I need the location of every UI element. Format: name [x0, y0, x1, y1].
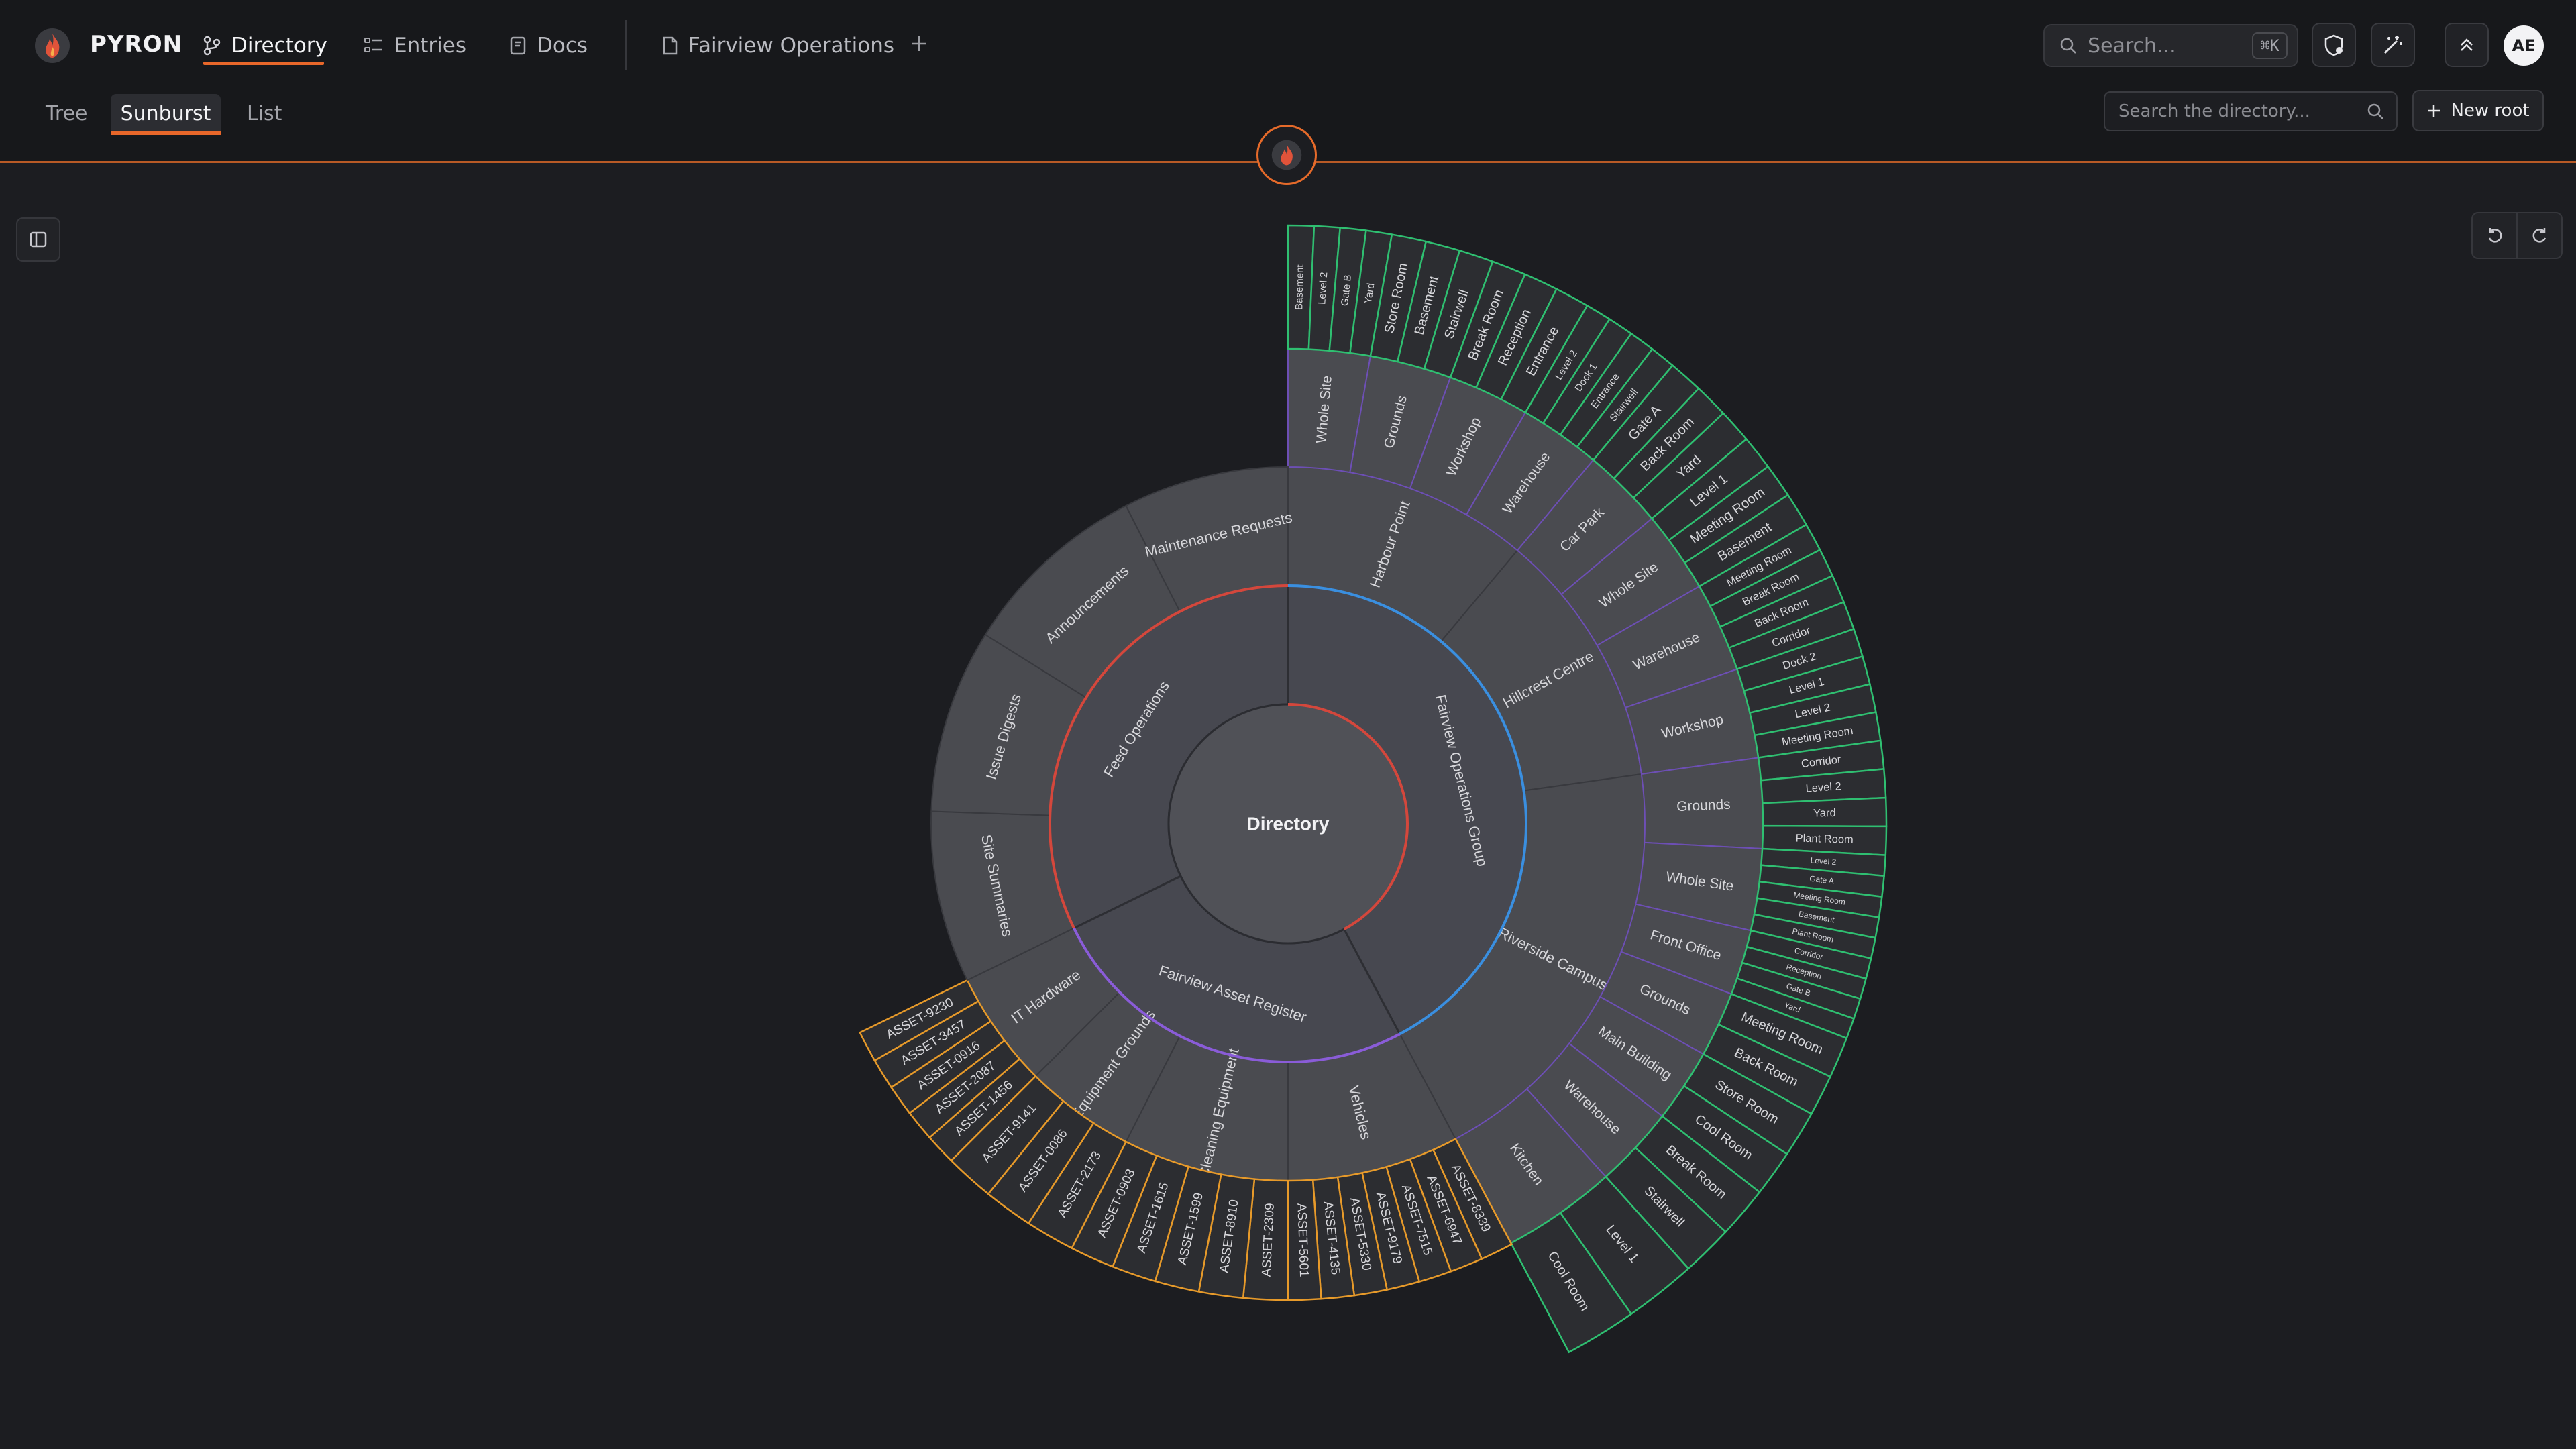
collapse-button[interactable]	[2445, 23, 2489, 67]
rotate-right-button[interactable]	[2516, 213, 2561, 258]
view-tab-tree[interactable]: Tree	[32, 94, 101, 133]
tab-label: Fairview Operations	[688, 34, 895, 58]
rotate-left-button[interactable]	[2473, 213, 2516, 258]
search-placeholder: Search...	[2088, 34, 2176, 58]
app-name: PYRON	[90, 31, 183, 58]
sunburst-leaf-label: Yard	[1813, 807, 1836, 820]
view-tab-list[interactable]: List	[233, 94, 295, 133]
sidebar-toggle-button[interactable]	[16, 217, 60, 262]
active-nav-indicator	[203, 62, 324, 65]
shield-icon	[2324, 34, 2343, 56]
nav-entries[interactable]: Entries	[364, 30, 466, 62]
nav-label: Directory	[231, 34, 327, 58]
sunburst-leaf-label: Plant Room	[1795, 832, 1854, 845]
directory-search-input[interactable]: Search the directory...	[2104, 91, 2398, 131]
global-search[interactable]: Search... ⌘K	[2043, 24, 2298, 67]
chevrons-up-icon	[2461, 38, 2473, 51]
nav-directory[interactable]: Directory	[203, 30, 327, 62]
nav-label: Docs	[537, 34, 588, 58]
sunburst-root-label: Directory	[1247, 814, 1330, 835]
nav-docs[interactable]: Docs	[510, 30, 588, 62]
rotate-controls	[2471, 212, 2563, 259]
pyron-logo-icon	[35, 28, 70, 63]
nav-label: Entries	[394, 34, 466, 58]
sunburst-leaf-label: Level 2	[1316, 272, 1330, 305]
plus-icon	[2428, 105, 2440, 117]
rotate-ccw-icon	[2488, 228, 2502, 243]
new-root-label: New root	[2451, 101, 2530, 121]
shield-button[interactable]	[2312, 23, 2356, 67]
pyron-logo-icon	[1271, 140, 1302, 170]
branch-icon	[203, 36, 221, 56]
search-icon	[2367, 103, 2383, 119]
tab-fairview-operations[interactable]: Fairview Operations	[663, 30, 894, 62]
active-view-indicator	[111, 131, 221, 135]
magic-wand-button[interactable]	[2371, 23, 2415, 67]
rotate-cw-icon	[2532, 228, 2546, 243]
list-icon	[364, 38, 382, 52]
sunburst-leaf-label: ASSET-5601	[1294, 1203, 1311, 1277]
view-tab-sunburst[interactable]: Sunburst	[111, 94, 221, 133]
sunburst-subchild-label: Grounds	[1676, 797, 1731, 814]
sidebar-icon	[30, 231, 47, 248]
directory-search-placeholder: Search the directory...	[2118, 101, 2310, 121]
search-shortcut: ⌘K	[2252, 32, 2288, 59]
add-tab-button[interactable]	[910, 30, 928, 59]
sunburst-chart[interactable]: Fairview Operations GroupHarbour PointWh…	[0, 0, 2576, 1449]
nav-divider	[625, 20, 627, 70]
plus-icon	[912, 36, 926, 51]
magic-wand-icon	[2383, 36, 2402, 54]
user-avatar[interactable]: AE	[2504, 25, 2544, 66]
new-root-button[interactable]: New root	[2412, 90, 2544, 131]
sunburst-leaf-label: Basement	[1293, 264, 1305, 310]
book-icon	[510, 36, 526, 55]
search-icon	[2060, 38, 2076, 54]
sunburst-leaf-label: Level 2	[1805, 780, 1841, 795]
page-icon	[663, 36, 678, 55]
root-node-button[interactable]	[1256, 125, 1317, 185]
sunburst-leaf-label: Level 2	[1810, 855, 1837, 867]
